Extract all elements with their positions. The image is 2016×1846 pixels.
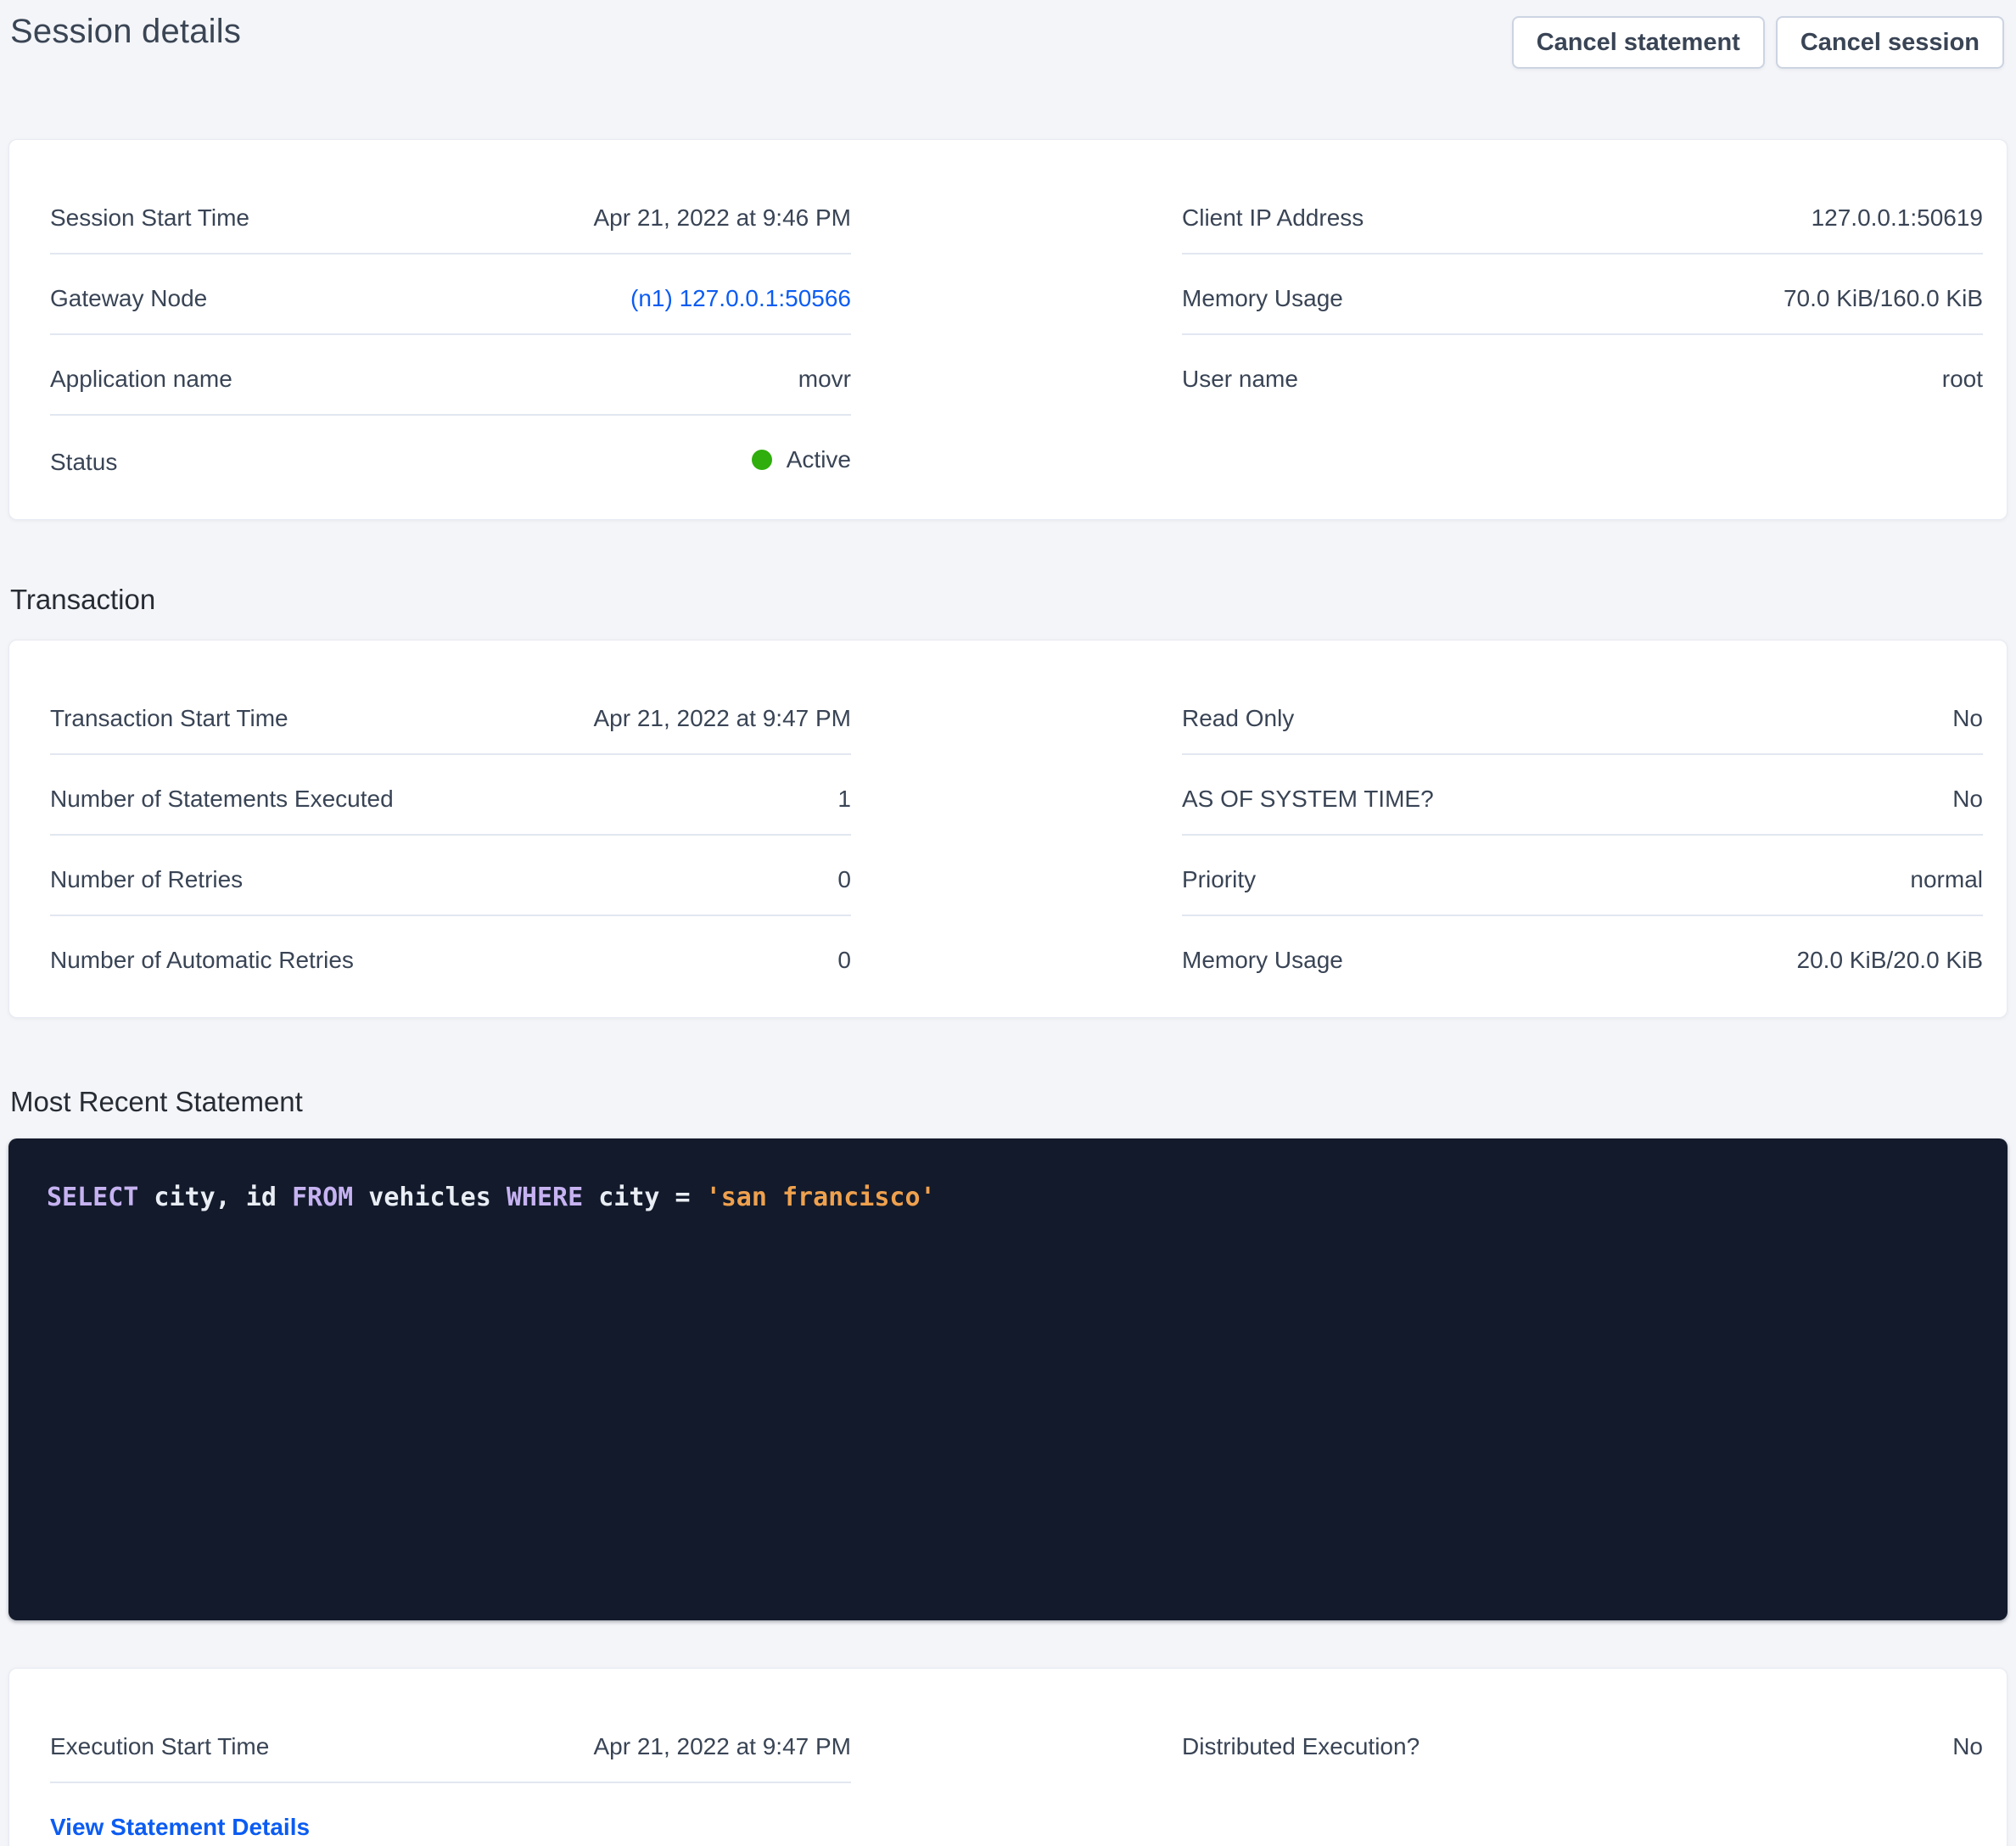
session-start-time-label: Session Start Time (50, 205, 249, 231)
read-only-value: No (1952, 706, 1983, 731)
read-only-label: Read Only (1182, 706, 1294, 731)
session-summary-left-column: Session Start Time Apr 21, 2022 at 9:46 … (50, 174, 851, 497)
session-start-time-row: Session Start Time Apr 21, 2022 at 9:46 … (50, 174, 851, 255)
transaction-memory-usage-value: 20.0 KiB/20.0 KiB (1797, 948, 1983, 973)
user-name-label: User name (1182, 366, 1298, 392)
statements-executed-value: 1 (837, 786, 851, 812)
distributed-execution-label: Distributed Execution? (1182, 1734, 1420, 1759)
client-ip-label: Client IP Address (1182, 205, 1364, 231)
number-of-retries-label: Number of Retries (50, 867, 243, 892)
session-details-page: Session details Cancel statement Cancel … (0, 0, 2016, 1846)
session-start-time-value: Apr 21, 2022 at 9:46 PM (593, 205, 851, 231)
header-actions: Cancel statement Cancel session (1512, 16, 2004, 69)
transaction-memory-usage-row: Memory Usage 20.0 KiB/20.0 KiB (1182, 916, 1983, 995)
execution-columns: Execution Start Time Apr 21, 2022 at 9:4… (50, 1703, 1983, 1846)
status-active-dot-icon (752, 450, 772, 470)
application-name-value: movr (798, 366, 851, 392)
cancel-statement-button[interactable]: Cancel statement (1512, 16, 1765, 69)
transaction-start-time-value: Apr 21, 2022 at 9:47 PM (593, 706, 851, 731)
execution-right-column: Distributed Execution? No (1182, 1703, 1983, 1846)
number-of-retries-value: 0 (837, 867, 851, 892)
most-recent-statement-heading: Most Recent Statement (10, 1086, 2016, 1118)
user-name-value: root (1942, 366, 1983, 392)
session-memory-usage-row: Memory Usage 70.0 KiB/160.0 KiB (1182, 255, 1983, 335)
priority-label: Priority (1182, 867, 1256, 892)
execution-card: Execution Start Time Apr 21, 2022 at 9:4… (8, 1668, 2008, 1846)
automatic-retries-value: 0 (837, 948, 851, 973)
view-statement-details-link[interactable]: View Statement Details (50, 1815, 310, 1840)
transaction-section-heading: Transaction (10, 584, 2016, 616)
session-memory-usage-value: 70.0 KiB/160.0 KiB (1784, 286, 1983, 311)
statements-executed-row: Number of Statements Executed 1 (50, 755, 851, 836)
as-of-system-time-label: AS OF SYSTEM TIME? (1182, 786, 1434, 812)
status-text: Active (787, 447, 851, 473)
transaction-start-time-row: Transaction Start Time Apr 21, 2022 at 9… (50, 674, 851, 755)
automatic-retries-row: Number of Automatic Retries 0 (50, 916, 851, 995)
session-memory-usage-label: Memory Usage (1182, 286, 1343, 311)
page-header: Session details Cancel statement Cancel … (0, 0, 2016, 95)
status-value: Active (752, 447, 851, 473)
transaction-left-column: Transaction Start Time Apr 21, 2022 at 9… (50, 674, 851, 995)
distributed-execution-value: No (1952, 1734, 1983, 1759)
cancel-session-button[interactable]: Cancel session (1776, 16, 2004, 69)
gateway-node-row: Gateway Node (n1) 127.0.0.1:50566 (50, 255, 851, 335)
execution-start-time-value: Apr 21, 2022 at 9:47 PM (593, 1734, 851, 1759)
sql-statement-box: SELECT city, id FROM vehicles WHERE city… (8, 1138, 2008, 1620)
application-name-label: Application name (50, 366, 232, 392)
page-title: Session details (10, 12, 241, 51)
session-summary-card: Session Start Time Apr 21, 2022 at 9:46 … (8, 139, 2008, 520)
number-of-retries-row: Number of Retries 0 (50, 836, 851, 916)
client-ip-row: Client IP Address 127.0.0.1:50619 (1182, 174, 1983, 255)
transaction-columns: Transaction Start Time Apr 21, 2022 at 9… (50, 674, 1983, 995)
session-summary-right-column: Client IP Address 127.0.0.1:50619 Memory… (1182, 174, 1983, 497)
sql-token-keyword: SELECT (47, 1183, 138, 1212)
transaction-right-column: Read Only No AS OF SYSTEM TIME? No Prior… (1182, 674, 1983, 995)
automatic-retries-label: Number of Automatic Retries (50, 948, 354, 973)
view-statement-details-row: View Statement Details (50, 1783, 851, 1846)
status-row: Status Active (50, 416, 851, 497)
sql-token-plain: city = (583, 1183, 706, 1212)
session-summary-columns: Session Start Time Apr 21, 2022 at 9:46 … (50, 174, 1983, 497)
transaction-card: Transaction Start Time Apr 21, 2022 at 9… (8, 640, 2008, 1018)
as-of-system-time-value: No (1952, 786, 1983, 812)
read-only-row: Read Only No (1182, 674, 1983, 755)
user-name-row: User name root (1182, 335, 1983, 414)
priority-row: Priority normal (1182, 836, 1983, 916)
transaction-start-time-label: Transaction Start Time (50, 706, 288, 731)
statements-executed-label: Number of Statements Executed (50, 786, 394, 812)
transaction-memory-usage-label: Memory Usage (1182, 948, 1343, 973)
sql-token-plain: city, id (138, 1183, 292, 1212)
distributed-execution-row: Distributed Execution? No (1182, 1703, 1983, 1782)
application-name-row: Application name movr (50, 335, 851, 416)
sql-token-keyword: WHERE (507, 1183, 583, 1212)
status-label: Status (50, 450, 117, 475)
execution-start-time-label: Execution Start Time (50, 1734, 269, 1759)
sql-token-plain: vehicles (353, 1183, 507, 1212)
client-ip-value: 127.0.0.1:50619 (1812, 205, 1983, 231)
sql-token-string: 'san francisco' (706, 1183, 936, 1212)
priority-value: normal (1910, 867, 1983, 892)
execution-left-column: Execution Start Time Apr 21, 2022 at 9:4… (50, 1703, 851, 1846)
sql-token-keyword: FROM (292, 1183, 353, 1212)
execution-start-time-row: Execution Start Time Apr 21, 2022 at 9:4… (50, 1703, 851, 1783)
sql-statement-code: SELECT city, id FROM vehicles WHERE city… (47, 1181, 1969, 1215)
gateway-node-link[interactable]: (n1) 127.0.0.1:50566 (630, 286, 851, 311)
gateway-node-label: Gateway Node (50, 286, 207, 311)
as-of-system-time-row: AS OF SYSTEM TIME? No (1182, 755, 1983, 836)
